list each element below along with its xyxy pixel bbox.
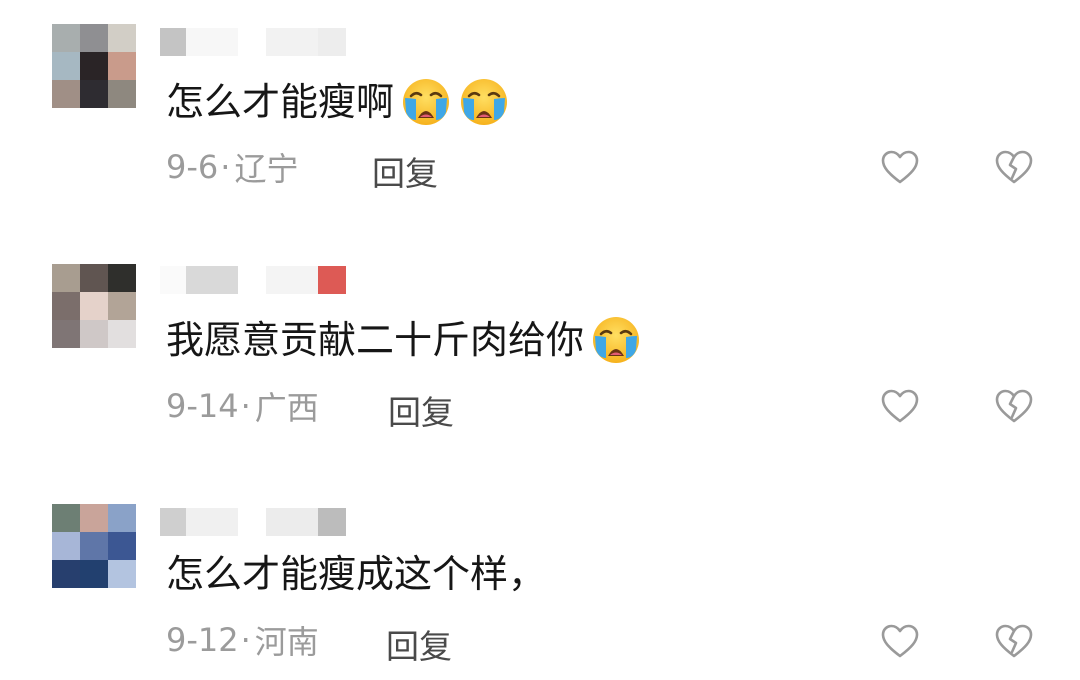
meta-separator: · <box>240 621 251 659</box>
like-button[interactable] <box>880 387 920 427</box>
avatar-pixel <box>108 504 136 532</box>
avatar-pixel <box>108 264 136 292</box>
reply-button[interactable]: 回复 <box>388 386 454 434</box>
avatar-pixel <box>80 532 108 560</box>
avatar[interactable] <box>52 264 136 348</box>
avatar-pixel <box>52 320 80 348</box>
username-pixel <box>160 266 186 294</box>
heart-outline-icon <box>881 389 919 423</box>
comment-meta: 9-12 · 河南 <box>166 620 319 661</box>
comment-location: 河南 <box>254 623 319 661</box>
dislike-button[interactable] <box>994 622 1034 662</box>
comment-date: 9-14 <box>166 387 239 425</box>
username-pixel <box>186 508 238 536</box>
loudly-crying-face-icon <box>590 314 642 366</box>
comment-meta: 9-14 · 广西 <box>166 386 319 427</box>
avatar-pixel <box>52 264 80 292</box>
reply-button[interactable]: 回复 <box>386 620 452 668</box>
like-button[interactable] <box>880 622 920 662</box>
username-pixel <box>160 508 186 536</box>
avatar-pixel <box>108 560 136 588</box>
avatar[interactable] <box>52 504 136 588</box>
avatar-pixel <box>80 264 108 292</box>
avatar-pixel <box>80 504 108 532</box>
avatar-pixel <box>52 292 80 320</box>
comment-text-row: 我愿意贡献二十斤肉给你 <box>166 314 642 366</box>
avatar-pixel <box>108 320 136 348</box>
avatar-pixel <box>80 292 108 320</box>
avatar-pixel <box>52 532 80 560</box>
avatar-pixel <box>52 560 80 588</box>
comment-text: 怎么才能瘦成这个样， <box>166 552 547 596</box>
comment-location: 广西 <box>254 389 319 427</box>
dislike-button[interactable] <box>994 387 1034 427</box>
broken-heart-icon <box>995 389 1033 423</box>
avatar-pixel <box>52 504 80 532</box>
avatar-pixel <box>108 532 136 560</box>
username-pixel <box>318 508 346 536</box>
comment-text-row: 怎么才能瘦成这个样， <box>166 550 546 598</box>
username-pixel <box>186 266 238 294</box>
meta-separator: · <box>240 387 251 425</box>
broken-heart-icon <box>995 624 1033 658</box>
username-pixel <box>266 266 318 294</box>
comment-text: 我愿意贡献二十斤肉给你 <box>166 318 585 362</box>
comment-date: 9-12 <box>166 621 239 659</box>
avatar-pixel <box>108 292 136 320</box>
username-pixel <box>318 266 346 294</box>
heart-outline-icon <box>881 624 919 658</box>
username-pixel <box>266 508 318 536</box>
avatar-pixel <box>80 320 108 348</box>
comment-item: 怎么才能瘦成这个样， 9-12 · 河南 回复 <box>0 0 1080 666</box>
avatar-pixel <box>80 560 108 588</box>
